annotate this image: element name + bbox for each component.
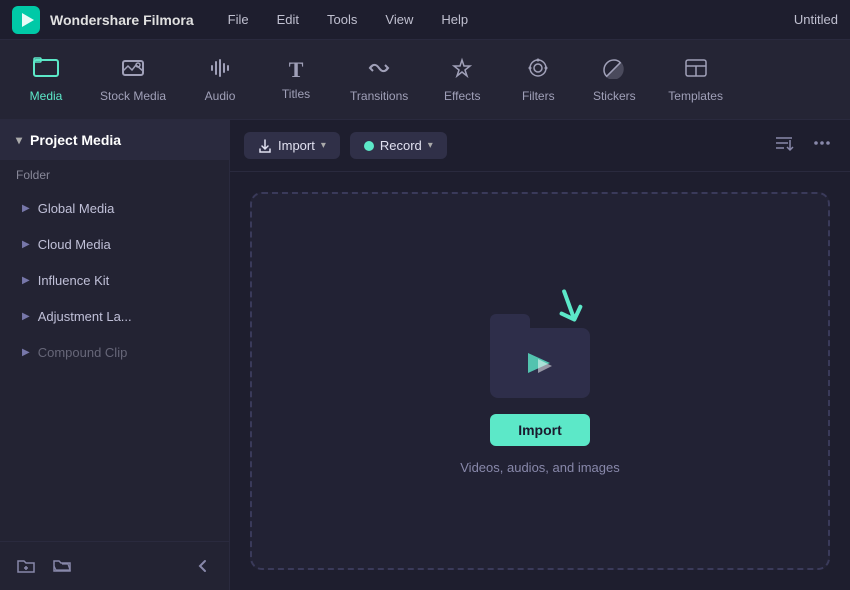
sidebar-item-compound-clip[interactable]: ▶ Compound Clip (6, 335, 223, 370)
tab-audio-label: Audio (205, 89, 236, 103)
tab-stock-media-label: Stock Media (100, 89, 166, 103)
menu-tools[interactable]: Tools (323, 10, 361, 29)
sidebar-item-influence-kit[interactable]: ▶ Influence Kit (6, 263, 223, 298)
sidebar-header-label: Project Media (30, 132, 121, 148)
transitions-icon (366, 57, 392, 83)
tab-filters[interactable]: Filters (502, 49, 574, 111)
sidebar-item-label: Adjustment La... (38, 309, 132, 324)
chevron-right-icon: ▶ (22, 275, 30, 286)
sidebar-item-label: Global Media (38, 201, 115, 216)
menu-help[interactable]: Help (437, 10, 472, 29)
sidebar-item-label: Compound Clip (38, 345, 128, 360)
dropzone-hint: Videos, audios, and images (460, 460, 619, 475)
menu-edit[interactable]: Edit (273, 10, 303, 29)
folder-tab (490, 314, 530, 328)
import-dropdown-arrow: ▾ (321, 140, 326, 151)
tab-audio[interactable]: Audio (184, 49, 256, 111)
filters-icon (525, 57, 551, 83)
media-icon (33, 57, 59, 83)
sidebar-item-label: Influence Kit (38, 273, 110, 288)
record-dropdown-arrow: ▾ (428, 140, 433, 151)
tab-stickers-label: Stickers (593, 89, 636, 103)
chevron-right-icon: ▶ (22, 239, 30, 250)
menu-view[interactable]: View (381, 10, 417, 29)
tab-media[interactable]: Media (10, 49, 82, 111)
sidebar-scroll[interactable]: Folder ▶ Global Media ▶ Cloud Media ▶ In… (0, 160, 229, 541)
tab-transitions-label: Transitions (350, 89, 408, 103)
tab-templates[interactable]: Templates (654, 49, 737, 111)
tab-media-label: Media (30, 89, 63, 103)
titles-icon: T (289, 59, 304, 81)
templates-icon (683, 57, 709, 83)
app-logo (12, 6, 40, 34)
tab-effects-label: Effects (444, 89, 480, 103)
menu-file[interactable]: File (224, 10, 253, 29)
sidebar-item-global-media[interactable]: ▶ Global Media (6, 191, 223, 226)
content-toolbar: Import ▾ Record ▾ (230, 120, 850, 172)
dropzone-import-button[interactable]: Import (490, 414, 590, 446)
tab-effects[interactable]: Effects (426, 49, 498, 111)
chevron-right-icon: ▶ (22, 311, 30, 322)
sidebar-item-adjustment-layer[interactable]: ▶ Adjustment La... (6, 299, 223, 334)
app-name: Wondershare Filmora (50, 12, 194, 28)
sidebar-collapse-chevron[interactable]: ▾ (16, 133, 22, 147)
filter-sort-button[interactable] (770, 130, 798, 161)
record-button[interactable]: Record ▾ (350, 132, 447, 159)
more-options-button[interactable] (808, 130, 836, 161)
stickers-icon (601, 57, 627, 83)
dropzone: Import Videos, audios, and images (250, 192, 830, 570)
effects-icon (449, 57, 475, 83)
tab-titles[interactable]: T Titles (260, 51, 332, 109)
sidebar-item-cloud-media[interactable]: ▶ Cloud Media (6, 227, 223, 262)
import-label: Import (278, 138, 315, 153)
record-dot-icon (364, 141, 374, 151)
tab-stock-media[interactable]: Stock Media (86, 49, 180, 111)
content-toolbar-right (770, 130, 836, 161)
dropzone-illustration (480, 288, 600, 398)
new-folder-button[interactable] (12, 552, 40, 580)
record-label: Record (380, 138, 422, 153)
sidebar: ▾ Project Media Folder ▶ Global Media ▶ … (0, 120, 230, 590)
menu-bar: File Edit Tools View Help (224, 10, 784, 29)
sidebar-header: ▾ Project Media (0, 120, 229, 160)
sidebar-collapse-button[interactable] (189, 552, 217, 580)
tab-titles-label: Titles (282, 87, 310, 101)
tab-stickers[interactable]: Stickers (578, 49, 650, 111)
main-area: ▾ Project Media Folder ▶ Global Media ▶ … (0, 120, 850, 590)
tab-filters-label: Filters (522, 89, 555, 103)
project-name: Untitled (794, 12, 838, 27)
toolbar: Media Stock Media Audio T Titles (0, 40, 850, 120)
audio-icon (209, 57, 231, 83)
stock-media-icon (121, 57, 145, 83)
chevron-right-icon: ▶ (22, 347, 30, 358)
titlebar: Wondershare Filmora File Edit Tools View… (0, 0, 850, 40)
content-area: Import ▾ Record ▾ (230, 120, 850, 590)
chevron-right-icon: ▶ (22, 203, 30, 214)
tab-transitions[interactable]: Transitions (336, 49, 422, 111)
import-button[interactable]: Import ▾ (244, 132, 340, 159)
open-folder-button[interactable] (48, 552, 76, 580)
sidebar-folder-section: Folder (0, 160, 229, 190)
sidebar-footer (0, 541, 229, 590)
sidebar-item-label: Cloud Media (38, 237, 111, 252)
tab-templates-label: Templates (668, 89, 723, 103)
